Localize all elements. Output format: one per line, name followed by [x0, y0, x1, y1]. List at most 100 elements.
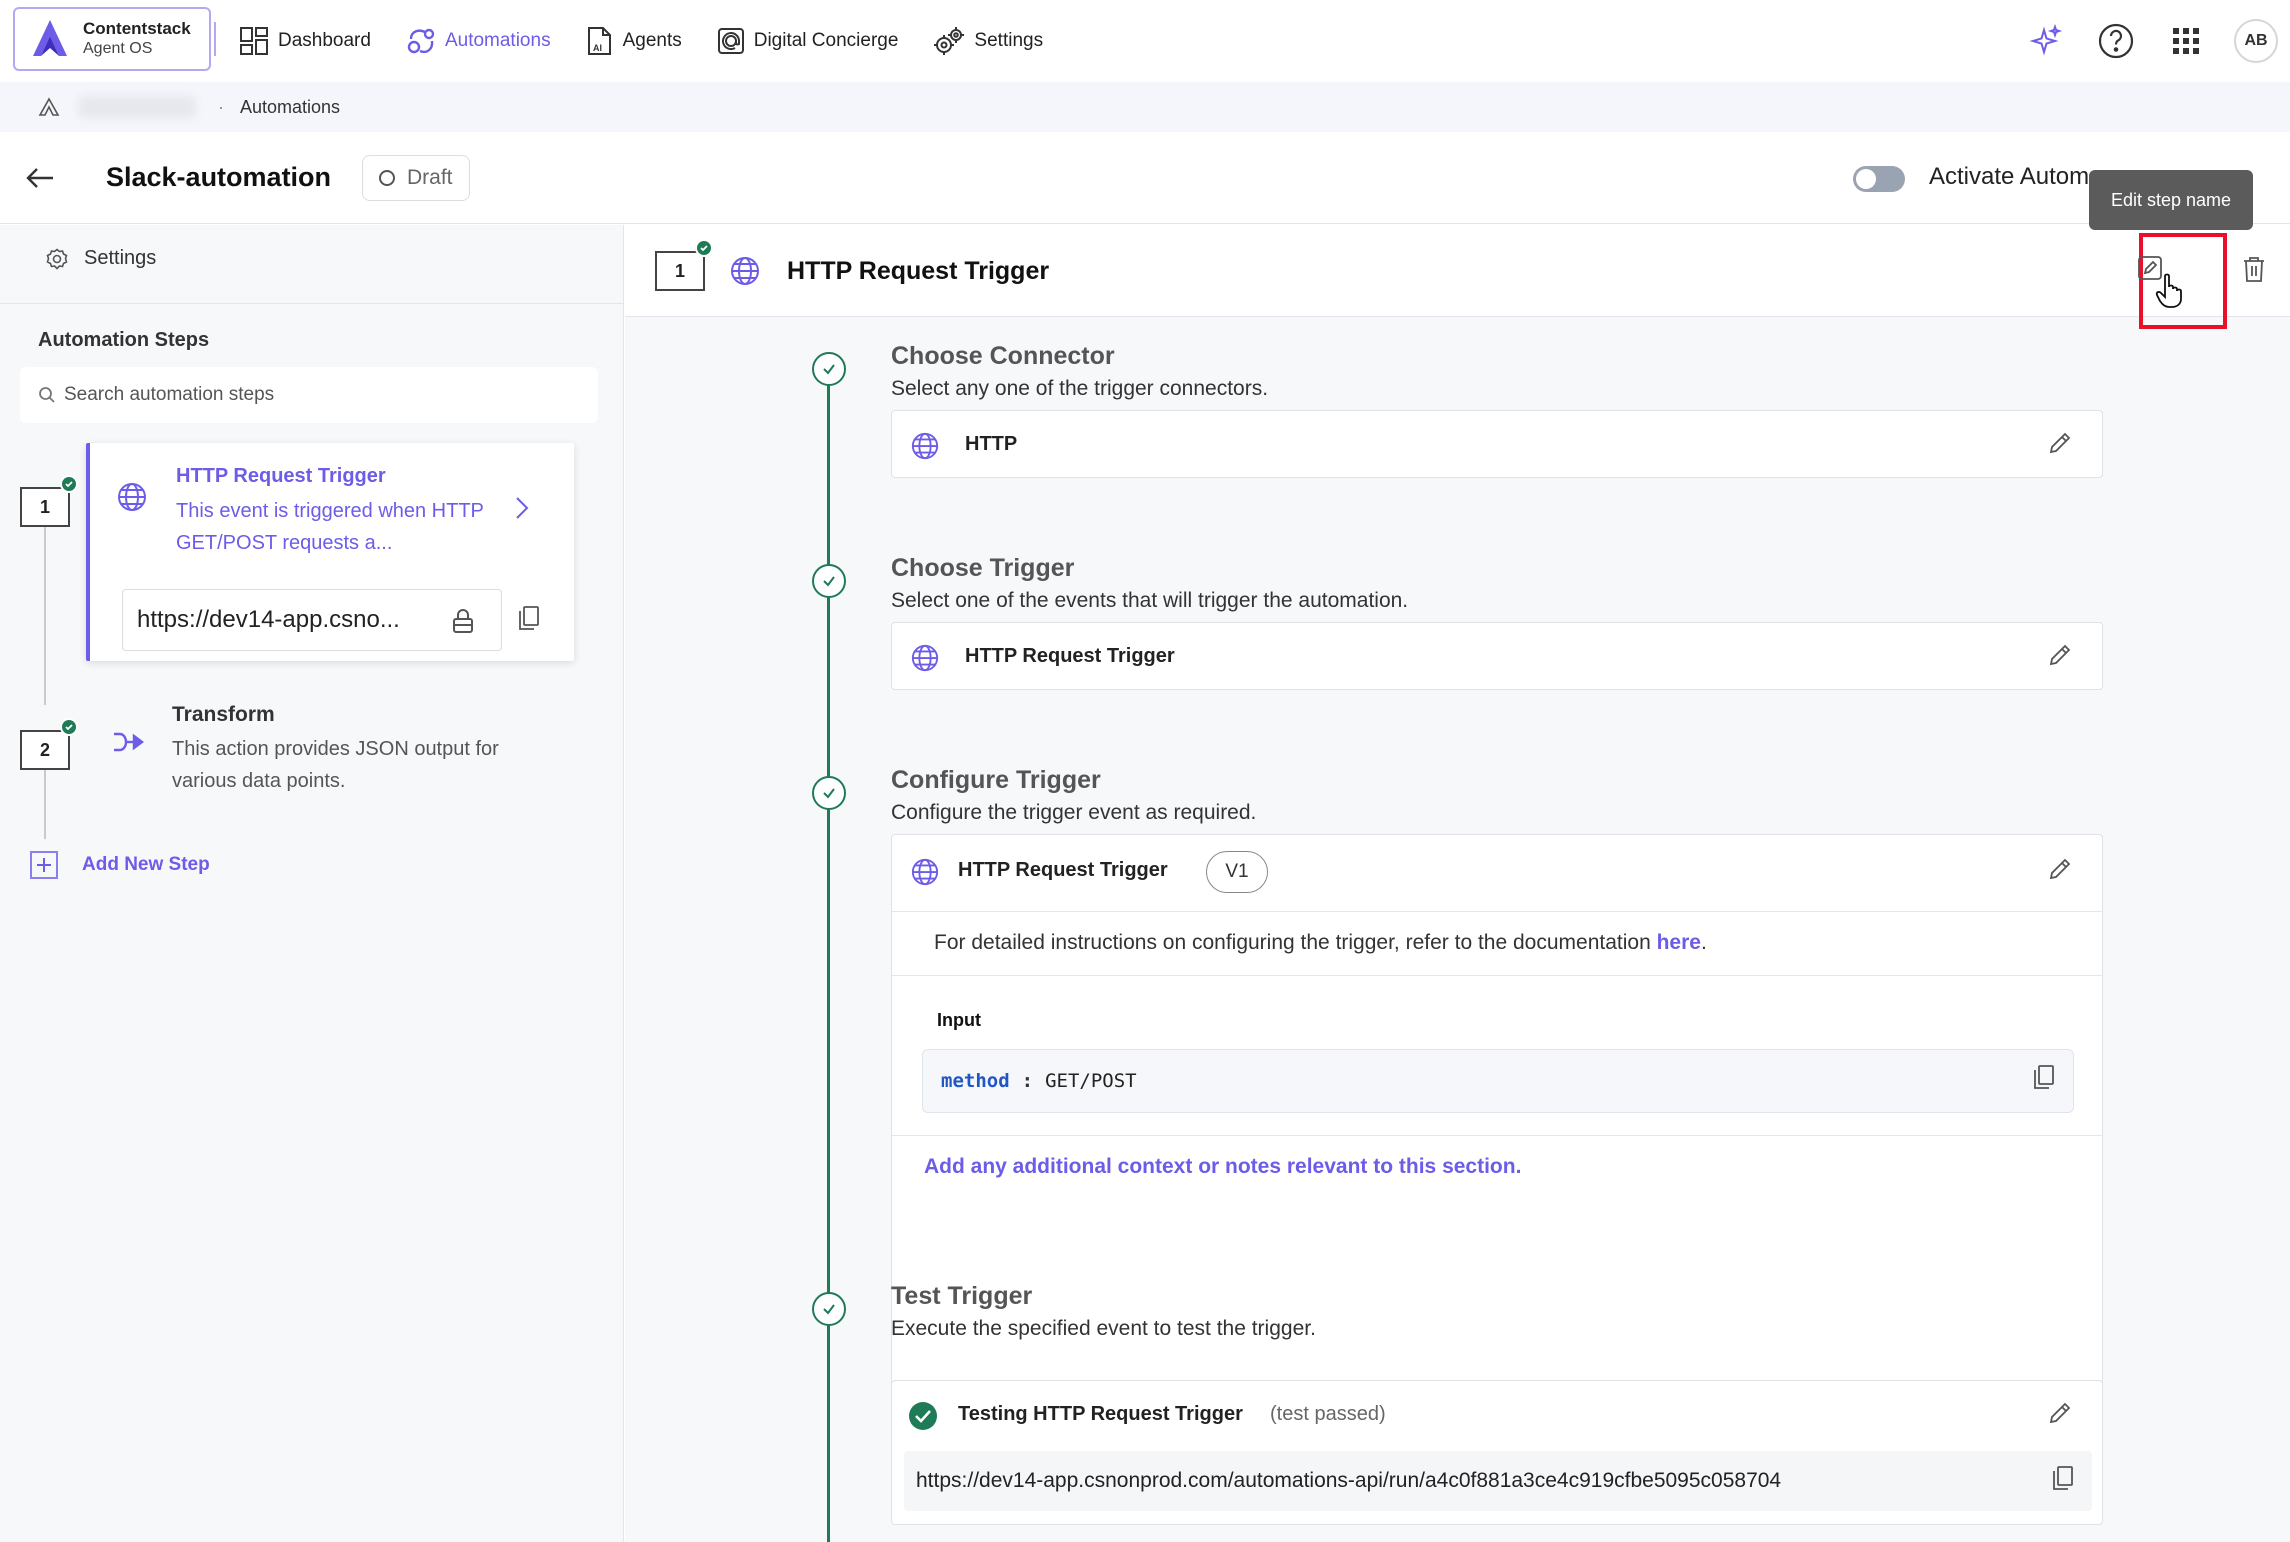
check-circle-icon [909, 1402, 937, 1430]
search-icon [39, 387, 55, 403]
documentation-text: For detailed instructions on configuring… [934, 931, 1657, 954]
globe-icon [911, 432, 939, 460]
documentation-link[interactable]: here [1657, 931, 1701, 954]
globe-icon [731, 257, 759, 285]
breadcrumb-separator: · [218, 96, 224, 117]
webhook-url-text: https://dev14-app.csno... [137, 606, 400, 633]
sidebar-settings-label: Settings [84, 247, 157, 269]
test-trigger-card: Testing HTTP Request Trigger (test passe… [891, 1380, 2103, 1525]
pencil-icon[interactable] [2048, 431, 2072, 455]
breadcrumb-org-redacted[interactable] [78, 96, 196, 118]
input-separator: : [1021, 1070, 1034, 1092]
step-connector-line [44, 515, 46, 705]
input-section-label: Input [937, 1010, 981, 1030]
nav-settings[interactable]: Settings [932, 25, 1043, 57]
step-number-2: 2 [20, 730, 70, 770]
top-nav: Contentstack Agent OS Dashboard Automati… [0, 0, 2290, 82]
sparkle-icon [2029, 24, 2063, 56]
back-button[interactable] [22, 160, 58, 196]
trash-icon[interactable] [2242, 255, 2266, 283]
test-url-field[interactable]: https://dev14-app.csnonprod.com/automati… [904, 1451, 2092, 1511]
card-divider [892, 911, 2102, 912]
configure-trigger-card: HTTP Request Trigger V1 For detailed ins… [891, 834, 2103, 1459]
brand-switcher[interactable]: Contentstack Agent OS [13, 7, 211, 71]
help-icon [2098, 23, 2134, 59]
transform-icon [114, 732, 144, 752]
section-title-configure-trigger: Configure Trigger [891, 766, 1101, 794]
contentstack-logo-icon [33, 20, 67, 56]
step-title[interactable]: Transform [172, 703, 275, 727]
help-button[interactable] [2094, 19, 2138, 63]
step-complete-check-icon [812, 564, 846, 598]
user-avatar[interactable]: AB [2234, 19, 2278, 63]
input-key: method [941, 1070, 1010, 1092]
step-description: This event is triggered when HTTP GET/PO… [176, 500, 484, 554]
draft-status-icon [379, 170, 395, 186]
step-complete-check-icon [812, 776, 846, 810]
globe-icon [911, 858, 939, 886]
add-notes-link[interactable]: Add any additional context or notes rele… [924, 1155, 1521, 1179]
connector-value: HTTP [965, 433, 1018, 455]
page-title[interactable]: Slack-automation [106, 162, 331, 193]
nav-automations[interactable]: Automations [405, 25, 551, 57]
input-code-block: method : GET/POST [922, 1049, 2074, 1113]
step-detail-header: 1 HTTP Request Trigger [625, 225, 2290, 329]
input-value: GET/POST [1045, 1070, 1137, 1092]
pencil-icon[interactable] [2048, 1401, 2072, 1425]
nav-agents-label: Agents [622, 30, 682, 51]
nav-agents[interactable]: AI Agents [585, 25, 682, 57]
copy-url-icon[interactable] [518, 605, 540, 631]
section-subtitle: Execute the specified event to test the … [891, 1317, 1316, 1340]
step-card-http-request-trigger[interactable]: HTTP Request Trigger This event is trigg… [86, 443, 574, 661]
search-steps-input[interactable]: Search automation steps [20, 367, 598, 423]
step-complete-check-icon [60, 718, 78, 736]
globe-icon [911, 644, 939, 672]
step-name: HTTP Request Trigger [787, 257, 1050, 285]
hand-cursor-icon [2155, 273, 2182, 308]
connector-card: HTTP [891, 410, 2103, 478]
ai-assistant-button[interactable] [2024, 19, 2068, 63]
section-title-choose-trigger: Choose Trigger [891, 554, 1075, 582]
automation-sidebar: Settings Automation Steps Search automat… [0, 225, 624, 1542]
copy-icon[interactable] [2052, 1465, 2074, 1491]
nav-digital-concierge-label: Digital Concierge [753, 30, 899, 51]
step-complete-check-icon [812, 1292, 846, 1326]
trigger-value: HTTP Request Trigger [965, 645, 1175, 667]
section-title-choose-connector: Choose Connector [891, 342, 1115, 370]
webhook-url-field[interactable]: https://dev14-app.csno... [122, 589, 502, 651]
settings-icon [934, 27, 965, 55]
home-logo-icon[interactable] [38, 97, 60, 117]
app-switcher-button[interactable] [2164, 19, 2208, 63]
section-subtitle: Configure the trigger event as required. [891, 801, 1257, 824]
documentation-period: . [1700, 931, 1707, 954]
toggle-knob [1856, 169, 1876, 189]
card-divider [892, 975, 2102, 976]
chevron-right-icon[interactable] [514, 495, 530, 521]
section-title-test-trigger: Test Trigger [891, 1282, 1033, 1310]
nav-digital-concierge[interactable]: Digital Concierge [716, 26, 899, 56]
automation-steps-heading: Automation Steps [38, 329, 210, 351]
copy-icon[interactable] [2033, 1064, 2055, 1090]
add-new-step-button[interactable]: Add New Step [30, 851, 210, 879]
nav-dashboard[interactable]: Dashboard [238, 25, 371, 57]
step-description: This action provides JSON output for var… [172, 738, 499, 792]
activate-automation-toggle[interactable] [1853, 166, 1905, 192]
test-label: Testing HTTP Request Trigger [958, 1403, 1243, 1425]
pencil-icon[interactable] [2048, 643, 2072, 667]
sidebar-settings[interactable]: Settings [46, 247, 156, 270]
agents-icon: AI [587, 27, 611, 55]
status-label: Draft [407, 166, 453, 189]
section-subtitle: Select one of the events that will trigg… [891, 589, 1409, 612]
steps-timeline [827, 368, 830, 1542]
grid-apps-icon [2173, 28, 2199, 54]
brand-name: Contentstack [83, 19, 191, 38]
edit-step-name-tooltip: Edit step name [2089, 170, 2253, 230]
brand-subtitle: Agent OS [83, 40, 153, 57]
pencil-icon[interactable] [2048, 857, 2072, 881]
nav-right-tools: AB [2024, 0, 2290, 82]
step-detail-panel: 1 HTTP Request Trigger Choose Connector … [625, 225, 2290, 1542]
status-badge: Draft [362, 155, 470, 201]
test-status: (test passed) [1270, 1403, 1386, 1425]
page-header: Slack-automation Draft Activate Automati… [0, 132, 2290, 224]
breadcrumb-current[interactable]: Automations [240, 97, 340, 118]
